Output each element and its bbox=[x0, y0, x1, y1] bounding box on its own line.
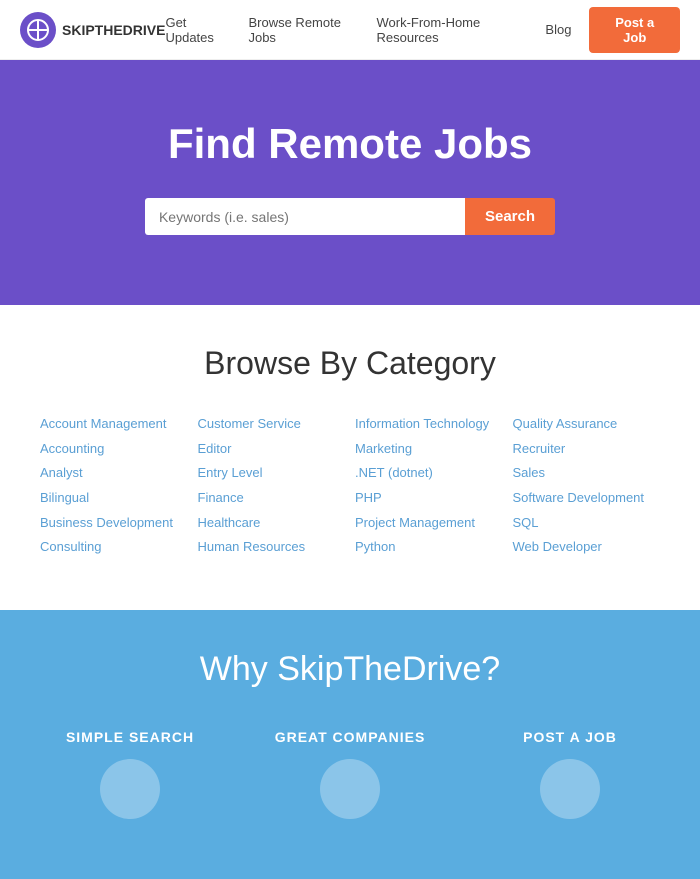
why-item: GREAT COMPANIES bbox=[240, 719, 460, 829]
search-input[interactable] bbox=[145, 198, 465, 235]
category-link[interactable]: Human Resources bbox=[198, 539, 306, 554]
why-grid: SIMPLE SEARCH GREAT COMPANIES POST A JOB bbox=[20, 719, 680, 829]
category-link[interactable]: Marketing bbox=[355, 441, 412, 456]
why-title: Why SkipTheDrive? bbox=[20, 650, 680, 689]
category-link[interactable]: Information Technology bbox=[355, 416, 489, 431]
category-link[interactable]: Analyst bbox=[40, 465, 83, 480]
category-link[interactable]: Healthcare bbox=[198, 515, 261, 530]
category-link[interactable]: Quality Assurance bbox=[513, 416, 618, 431]
category-link[interactable]: Business Development bbox=[40, 515, 173, 530]
why-item: SIMPLE SEARCH bbox=[20, 719, 240, 829]
category-link[interactable]: Customer Service bbox=[198, 416, 301, 431]
hero-section: Find Remote Jobs Search bbox=[0, 60, 700, 305]
nav-get-updates[interactable]: Get Updates bbox=[165, 15, 230, 45]
category-link[interactable]: Editor bbox=[198, 441, 232, 456]
header: SKIPTHEDRIVE Get Updates Browse Remote J… bbox=[0, 0, 700, 60]
category-link[interactable]: Accounting bbox=[40, 441, 104, 456]
why-item-title: SIMPLE SEARCH bbox=[40, 729, 220, 745]
browse-title: Browse By Category bbox=[40, 345, 660, 382]
why-item-icon bbox=[100, 759, 160, 819]
category-column-col3: Information Technology Marketing .NET (dot… bbox=[355, 412, 503, 560]
category-link[interactable]: Sales bbox=[513, 465, 546, 480]
nav-browse-remote-jobs[interactable]: Browse Remote Jobs bbox=[248, 15, 358, 45]
category-link[interactable]: .NET (dotnet) bbox=[355, 465, 433, 480]
category-link[interactable]: Software Development bbox=[513, 490, 645, 505]
category-link[interactable]: Finance bbox=[198, 490, 244, 505]
category-link[interactable]: Python bbox=[355, 539, 395, 554]
why-item-title: GREAT COMPANIES bbox=[260, 729, 440, 745]
why-item-icon bbox=[320, 759, 380, 819]
post-job-button[interactable]: Post a Job bbox=[589, 7, 680, 53]
nav-blog[interactable]: Blog bbox=[545, 22, 571, 37]
category-link[interactable]: Account Management bbox=[40, 416, 166, 431]
why-item-title: POST A JOB bbox=[480, 729, 660, 745]
logo-icon bbox=[20, 12, 56, 48]
search-button[interactable]: Search bbox=[465, 198, 555, 235]
category-link[interactable]: Entry Level bbox=[198, 465, 263, 480]
logo: SKIPTHEDRIVE bbox=[20, 12, 165, 48]
categories-grid: Account Management Accounting Analyst Bilin… bbox=[40, 412, 660, 560]
category-link[interactable]: SQL bbox=[513, 515, 539, 530]
category-link[interactable]: Consulting bbox=[40, 539, 101, 554]
why-section: Why SkipTheDrive? SIMPLE SEARCH GREAT COM… bbox=[0, 610, 700, 879]
category-column-col4: Quality Assurance Recruiter Sales Software … bbox=[513, 412, 661, 560]
logo-text: SKIPTHEDRIVE bbox=[62, 22, 165, 38]
category-link[interactable]: Project Management bbox=[355, 515, 475, 530]
category-link[interactable]: PHP bbox=[355, 490, 382, 505]
main-nav: Get Updates Browse Remote Jobs Work-From… bbox=[165, 7, 680, 53]
hero-title: Find Remote Jobs bbox=[20, 120, 680, 168]
category-column-col1: Account Management Accounting Analyst Bilin… bbox=[40, 412, 188, 560]
category-link[interactable]: Bilingual bbox=[40, 490, 89, 505]
category-column-col2: Customer Service Editor Entry Level Finance… bbox=[198, 412, 346, 560]
search-bar: Search bbox=[20, 198, 680, 235]
nav-work-from-home[interactable]: Work-From-Home Resources bbox=[376, 15, 527, 45]
category-link[interactable]: Recruiter bbox=[513, 441, 566, 456]
category-link[interactable]: Web Developer bbox=[513, 539, 602, 554]
browse-section: Browse By Category Account ManagementAcc… bbox=[0, 305, 700, 610]
why-item-icon bbox=[540, 759, 600, 819]
why-item: POST A JOB bbox=[460, 719, 680, 829]
